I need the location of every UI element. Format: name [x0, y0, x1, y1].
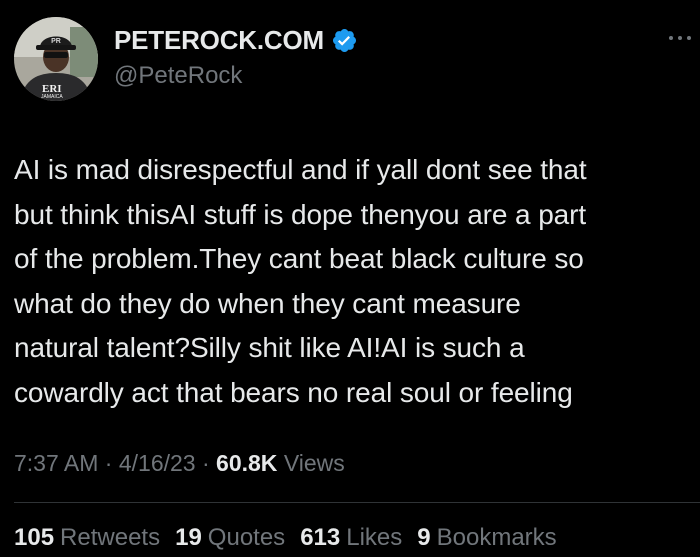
avatar-image: PR ERI JAMAICA — [14, 17, 98, 101]
quotes-count: 19 — [175, 524, 202, 551]
bookmarks-count: 9 — [417, 524, 431, 551]
retweets-stat[interactable]: 105 Retweets — [14, 524, 160, 552]
likes-count: 613 — [300, 524, 341, 551]
retweets-label: Retweets — [60, 524, 161, 551]
quotes-stat[interactable]: 19 Quotes — [175, 524, 285, 552]
avatar-hat-text: PR — [51, 38, 61, 45]
author-name-row[interactable]: PETEROCK.COM — [114, 25, 358, 56]
quotes-label: Quotes — [207, 524, 286, 551]
verified-badge-icon — [331, 27, 358, 54]
bookmarks-label: Bookmarks — [436, 524, 557, 551]
author-handle[interactable]: @PeteRock — [114, 62, 242, 90]
views-label: Views — [283, 450, 345, 476]
avatar-shirt-subtext: JAMAICA — [41, 94, 63, 100]
meta-separator: · — [98, 450, 119, 476]
tweet-meta: 7:37 AM · 4/16/23 · 60.8K Views — [14, 450, 345, 477]
more-options-icon[interactable] — [667, 30, 693, 40]
avatar[interactable]: PR ERI JAMAICA — [14, 17, 98, 101]
bookmarks-stat[interactable]: 9 Bookmarks — [417, 524, 556, 552]
likes-label: Likes — [346, 524, 403, 551]
divider — [14, 502, 700, 503]
display-name[interactable]: PETEROCK.COM — [114, 25, 324, 56]
tweet-text: AI is mad disrespectful and if yall dont… — [14, 154, 587, 408]
tweet-time[interactable]: 7:37 AM — [14, 450, 98, 476]
likes-stat[interactable]: 613 Likes — [300, 524, 402, 552]
tweet-date[interactable]: 4/16/23 — [119, 450, 196, 476]
views-count: 60.8K — [216, 450, 278, 476]
engagement-stats: 105 Retweets 19 Quotes 613 Likes 9 Bookmarks — [14, 524, 572, 552]
meta-separator-2: · — [195, 450, 217, 476]
retweets-count: 105 — [14, 524, 55, 551]
